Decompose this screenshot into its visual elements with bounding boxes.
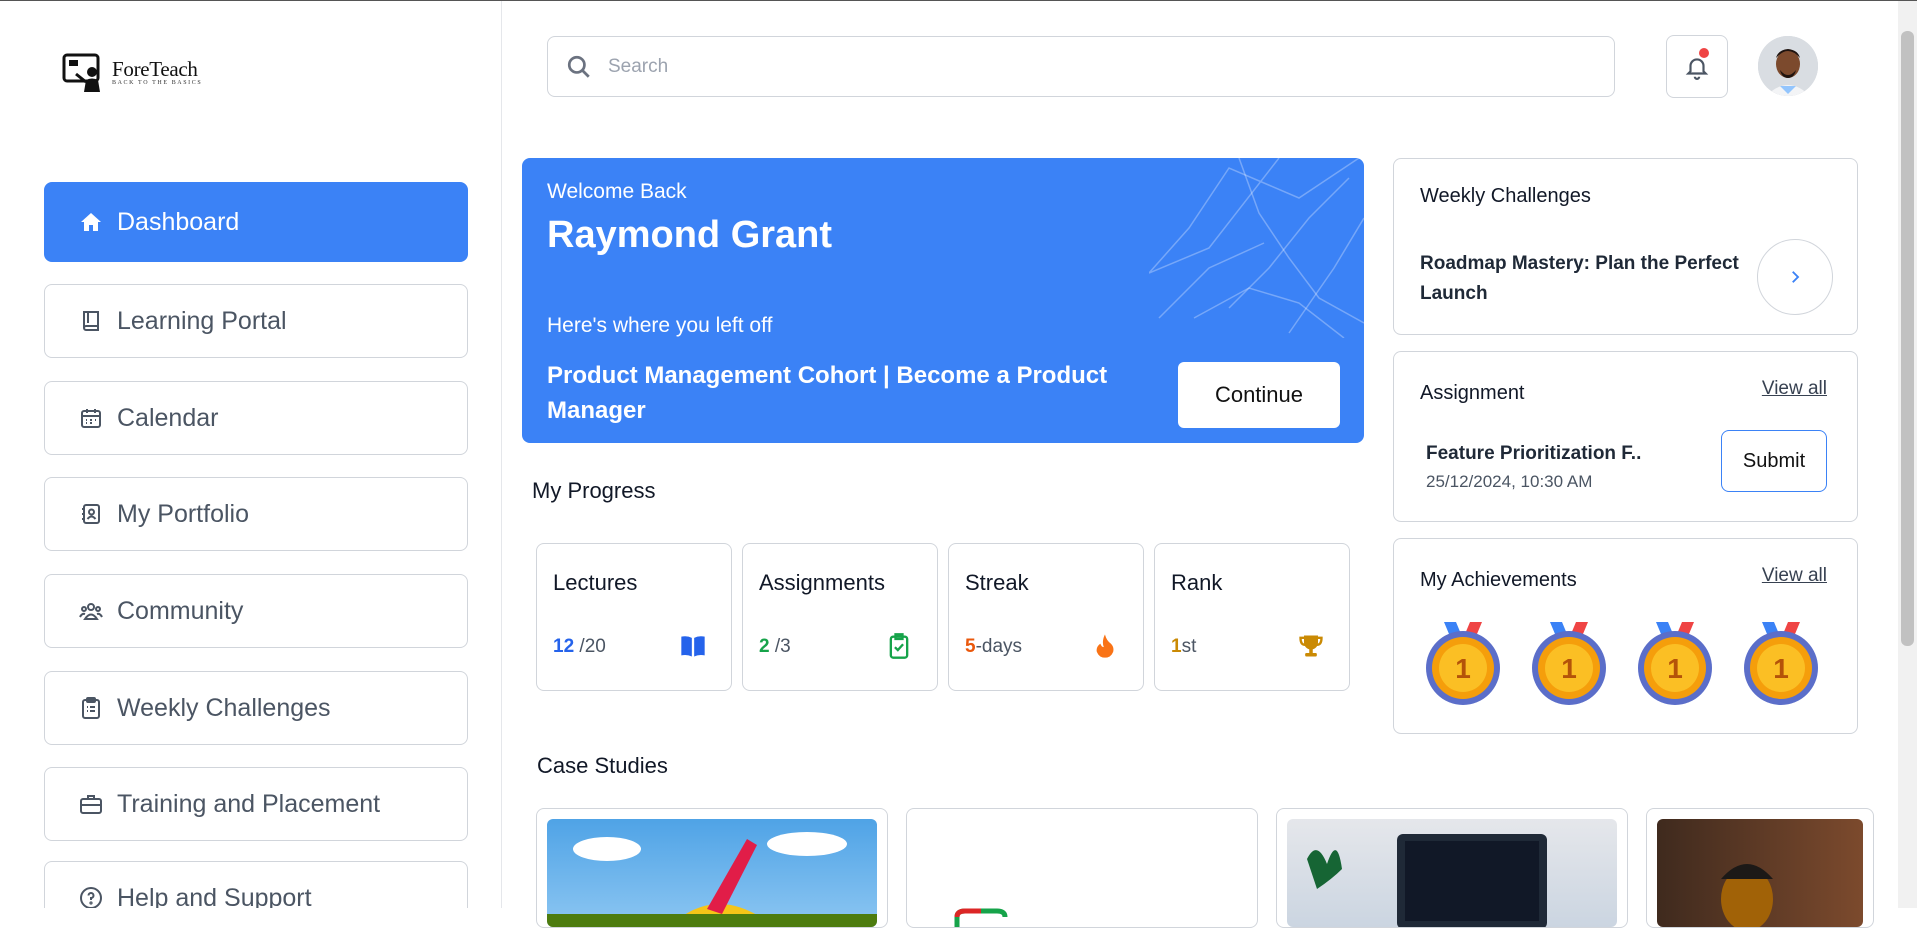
search-input[interactable] — [606, 54, 1510, 79]
decorative-pattern — [1149, 158, 1364, 338]
brand-name: ForeTeach — [112, 57, 198, 81]
achievements-view-all-link[interactable]: View all — [1762, 565, 1827, 587]
avatar[interactable] — [1758, 36, 1818, 96]
sidebar-item-label: Calendar — [117, 403, 219, 432]
sidebar-item-community[interactable]: Community — [44, 574, 468, 648]
sidebar-item-dashboard[interactable]: Dashboard — [44, 182, 468, 262]
sidebar-item-training-and-placement[interactable]: Training and Placement — [44, 767, 468, 841]
case-study-image — [917, 819, 1247, 927]
sidebar-item-label: Weekly Challenges — [117, 693, 331, 722]
sidebar: ForeTeach BACK TO THE BASICS Dashboard L… — [0, 1, 502, 908]
current-course-title: Product Management Cohort | Become a Pro… — [547, 362, 1108, 424]
case-study-image — [547, 819, 877, 927]
notification-button[interactable] — [1666, 35, 1728, 98]
sidebar-item-calendar[interactable]: Calendar — [44, 381, 468, 455]
case-study-card[interactable] — [1646, 808, 1874, 928]
stat-title: Streak — [965, 570, 1029, 595]
scrollbar-thumb[interactable] — [1901, 31, 1914, 646]
challenge-title[interactable]: Roadmap Mastery: Plan the Perfect Launch — [1420, 249, 1760, 309]
assignment-title: Assignment — [1420, 382, 1525, 404]
sidebar-item-label: Community — [117, 596, 244, 625]
achievements-title: My Achievements — [1420, 569, 1577, 591]
svg-text:1: 1 — [1561, 653, 1577, 684]
welcome-greeting: Welcome Back — [547, 180, 687, 203]
achievements-card: My Achievements View all 1 1 1 1 — [1393, 538, 1858, 734]
stat-card-streak[interactable]: Streak 5-days — [948, 543, 1144, 691]
assignment-view-all-link[interactable]: View all — [1762, 378, 1827, 400]
svg-text:1: 1 — [1667, 653, 1683, 684]
user-name: Raymond Grant — [547, 214, 833, 256]
stat-value: 2 /3 — [759, 636, 791, 657]
weekly-challenges-card: Weekly Challenges Roadmap Mastery: Plan … — [1393, 158, 1858, 335]
sidebar-item-learning-portal[interactable]: Learning Portal — [44, 284, 468, 358]
trophy-icon — [1299, 635, 1323, 657]
sidebar-item-my-portfolio[interactable]: My Portfolio — [44, 477, 468, 551]
chevron-right-icon — [1792, 271, 1800, 283]
case-study-card[interactable] — [906, 808, 1258, 928]
case-study-image — [1657, 819, 1863, 927]
clipboard-icon — [82, 697, 100, 719]
submit-button[interactable]: Submit — [1721, 430, 1827, 492]
stat-value: 12 /20 — [553, 636, 606, 657]
sidebar-item-weekly-challenges[interactable]: Weekly Challenges — [44, 671, 468, 745]
challenge-open-button[interactable] — [1757, 239, 1833, 315]
stat-value: 1st — [1171, 636, 1197, 657]
assignment-due-date: 25/12/2024, 10:30 AM — [1426, 472, 1593, 491]
help-icon — [80, 887, 102, 908]
calendar-icon — [81, 409, 101, 428]
svg-text:1: 1 — [1455, 653, 1471, 684]
case-studies-title: Case Studies — [537, 753, 668, 778]
clipboard-check-icon — [889, 633, 909, 659]
brand-logo[interactable]: ForeTeach BACK TO THE BASICS — [62, 51, 222, 93]
stat-card-assignments[interactable]: Assignments 2 /3 — [742, 543, 938, 691]
weekly-challenges-title: Weekly Challenges — [1420, 185, 1591, 207]
user-photo — [1758, 36, 1818, 96]
stat-title: Assignments — [759, 570, 885, 595]
continue-button[interactable]: Continue — [1178, 362, 1340, 428]
teacher-board-icon — [62, 53, 100, 92]
book-icon — [83, 311, 99, 331]
flame-icon — [1096, 634, 1114, 658]
stat-title: Rank — [1171, 570, 1223, 595]
svg-text:1: 1 — [1773, 653, 1789, 684]
briefcase-icon — [80, 795, 102, 814]
sidebar-item-label: My Portfolio — [117, 499, 249, 528]
case-study-card[interactable] — [536, 808, 888, 928]
assignment-card: Assignment View all Feature Prioritizati… — [1393, 351, 1858, 522]
case-study-image — [1287, 819, 1617, 927]
open-book-icon — [681, 636, 705, 657]
stat-card-rank[interactable]: Rank 1st — [1154, 543, 1350, 691]
portfolio-icon — [82, 504, 100, 524]
medal-icon: 1 — [1744, 622, 1818, 705]
sidebar-item-label: Help and Support — [117, 883, 312, 909]
sidebar-item-help-and-support[interactable]: Help and Support — [44, 861, 468, 908]
brand-tagline: BACK TO THE BASICS — [112, 80, 203, 86]
sidebar-item-label: Learning Portal — [117, 306, 287, 335]
sidebar-item-label: Dashboard — [117, 207, 240, 236]
home-icon — [81, 213, 101, 231]
medal-icon: 1 — [1426, 622, 1500, 705]
medal-icon: 1 — [1638, 622, 1712, 705]
sidebar-item-label: Training and Placement — [117, 789, 381, 818]
stat-value: 5-days — [965, 636, 1023, 657]
search-icon — [567, 55, 590, 78]
vertical-scrollbar[interactable] — [1898, 1, 1917, 908]
stat-title: Lectures — [553, 570, 638, 595]
case-study-card[interactable] — [1276, 808, 1628, 928]
left-off-label: Here's where you left off — [547, 314, 773, 337]
community-icon — [79, 603, 103, 620]
notification-dot — [1699, 48, 1709, 58]
my-progress-title: My Progress — [532, 478, 656, 503]
medal-icon: 1 — [1532, 622, 1606, 705]
search-bar[interactable] — [547, 36, 1615, 97]
assignment-name[interactable]: Feature Prioritization F.. — [1426, 443, 1641, 465]
welcome-banner: Welcome Back Raymond Grant Here's where … — [522, 158, 1364, 443]
stat-card-lectures[interactable]: Lectures 12 /20 — [536, 543, 732, 691]
